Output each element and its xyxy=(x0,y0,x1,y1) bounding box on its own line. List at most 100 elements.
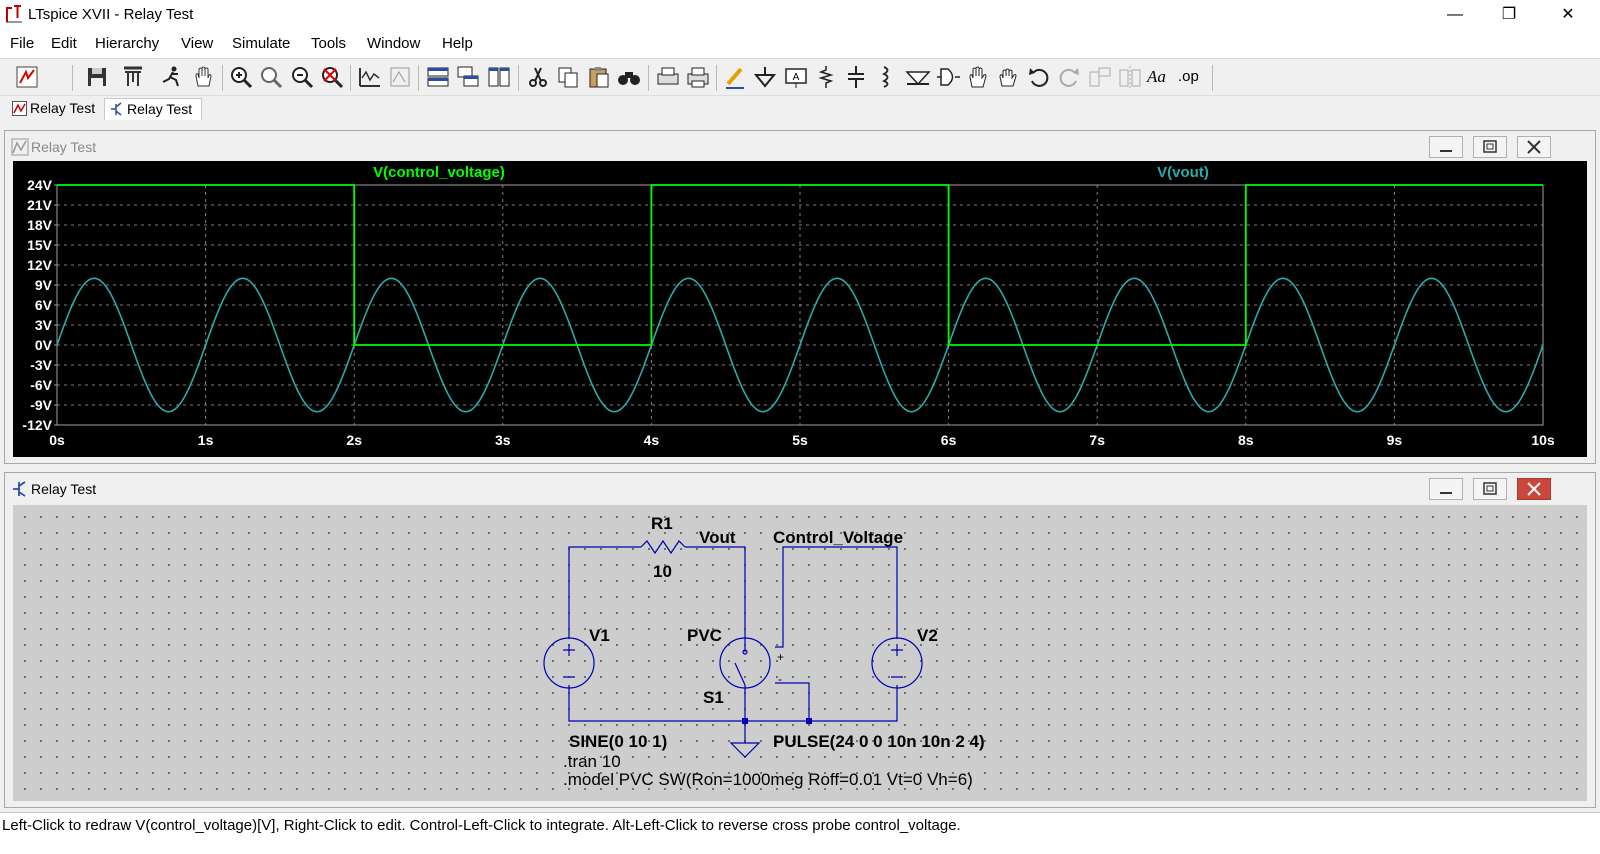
schematic-window-title: Relay Test xyxy=(31,481,97,497)
r1-name-label[interactable]: R1 xyxy=(651,514,673,533)
schematic-window: Relay Test R1 10 Vout Control_Voltage V1… xyxy=(4,472,1596,808)
mirror-icon[interactable] xyxy=(1117,64,1143,90)
waveform-minimize-button[interactable] xyxy=(1429,136,1463,158)
s1-model-label[interactable]: PVC xyxy=(687,626,722,645)
waveform-tab-icon xyxy=(12,101,27,116)
y-tick-label: 24V xyxy=(27,177,53,193)
redo-icon[interactable] xyxy=(1056,64,1082,90)
ground-icon[interactable] xyxy=(752,64,778,90)
ltspice-app: LTspice XVII - Relay Test — ❐ ✕ File Edi… xyxy=(0,0,1600,854)
v1-name-label[interactable]: V1 xyxy=(589,626,610,645)
v1-value-label[interactable]: SINE(0 10 1) xyxy=(569,732,667,751)
menu-file[interactable]: File xyxy=(10,35,34,52)
y-tick-label: 9V xyxy=(35,277,53,293)
tab-waveform-relay-test[interactable]: Relay Test xyxy=(8,98,104,120)
resistor-icon[interactable] xyxy=(813,64,839,90)
control-panel-icon[interactable] xyxy=(120,64,146,90)
label-icon[interactable]: A xyxy=(783,64,809,90)
tran-directive[interactable]: .tran 10 xyxy=(563,752,621,771)
legend-control-voltage[interactable]: V(control_voltage) xyxy=(373,164,505,181)
net-label-vout[interactable]: Vout xyxy=(699,528,736,547)
find-icon[interactable] xyxy=(616,64,642,90)
y-tick-label: -3V xyxy=(30,357,52,373)
y-tick-label: 0V xyxy=(35,337,53,353)
ground-symbol[interactable] xyxy=(729,742,761,758)
schematic-drawing[interactable]: R1 10 Vout Control_Voltage V1 V2 PVC S1 … xyxy=(13,505,1587,801)
tile-vertical-icon[interactable] xyxy=(486,64,512,90)
close-button[interactable]: ✕ xyxy=(1545,0,1591,30)
tab-label: Relay Test xyxy=(30,100,96,116)
paste-icon[interactable] xyxy=(586,64,612,90)
zoom-out-icon[interactable] xyxy=(289,64,315,90)
ltspice-logo-icon xyxy=(6,5,22,23)
waveform-plot[interactable]: 24V 21V 18V 15V 12V 9V 6V 3V 0V -3V -6V -9V -12V 0s 1s… xyxy=(13,161,1587,457)
waveform-window: Relay Test 24V 21V 18V 15V 12V 9V 6V 3V 0V -3V -6V… xyxy=(4,130,1596,464)
menu-help[interactable]: Help xyxy=(442,35,473,52)
cascade-icon[interactable] xyxy=(455,64,481,90)
schematic-canvas[interactable]: R1 10 Vout Control_Voltage V1 V2 PVC S1 … xyxy=(13,505,1587,801)
spice-directive-icon[interactable]: .op xyxy=(1178,64,1204,90)
text-icon[interactable]: Aa xyxy=(1147,64,1173,90)
waveform-close-button[interactable] xyxy=(1517,136,1551,158)
menu-simulate[interactable]: Simulate xyxy=(232,35,290,52)
s1-name-label[interactable]: S1 xyxy=(703,688,724,707)
net-label-control-voltage[interactable]: Control_Voltage xyxy=(773,528,903,547)
new-schematic-icon[interactable] xyxy=(14,64,40,90)
tile-horizontal-icon[interactable] xyxy=(425,64,451,90)
cut-icon[interactable] xyxy=(525,64,551,90)
diode-icon[interactable] xyxy=(905,64,931,90)
drag-icon[interactable] xyxy=(995,64,1021,90)
print-icon[interactable] xyxy=(685,64,711,90)
zoom-pan-icon[interactable] xyxy=(258,64,284,90)
menu-tools[interactable]: Tools xyxy=(311,35,346,52)
component-icon[interactable] xyxy=(935,64,961,90)
copy-icon[interactable] xyxy=(555,64,581,90)
maximize-button[interactable]: ❐ xyxy=(1486,0,1532,30)
wire-icon[interactable] xyxy=(722,64,748,90)
undo-icon[interactable] xyxy=(1026,64,1052,90)
schematic-close-button[interactable] xyxy=(1517,478,1551,500)
halt-icon[interactable] xyxy=(190,64,216,90)
v2-value-label[interactable]: PULSE(24 0 0 10n 10n 2 4) xyxy=(773,732,985,751)
menu-window[interactable]: Window xyxy=(367,35,420,52)
waveform-window-titlebar[interactable]: Relay Test xyxy=(5,131,1595,161)
title-bar: LTspice XVII - Relay Test — ❐ ✕ xyxy=(0,0,1600,30)
tab-label: Relay Test xyxy=(127,101,193,117)
zoom-fit-icon[interactable] xyxy=(319,64,345,90)
waveform-window-title: Relay Test xyxy=(31,139,97,155)
schematic-window-titlebar[interactable]: Relay Test xyxy=(5,473,1595,503)
wire[interactable] xyxy=(775,682,810,721)
move-icon[interactable] xyxy=(965,64,991,90)
capacitor-icon[interactable] xyxy=(843,64,869,90)
toolbar-separator xyxy=(1212,65,1213,91)
minimize-icon xyxy=(1440,150,1452,152)
save-icon[interactable] xyxy=(84,64,110,90)
r1-value-label[interactable]: 10 xyxy=(653,562,672,581)
x-tick-label: 8s xyxy=(1238,432,1254,448)
tab-schematic-relay-test[interactable]: Relay Test xyxy=(104,98,202,120)
waveform-chart[interactable]: 24V 21V 18V 15V 12V 9V 6V 3V 0V -3V -6V -9V -12V0s 1s… xyxy=(13,161,1587,457)
waveform-icon[interactable] xyxy=(387,64,413,90)
print-setup-icon[interactable] xyxy=(655,64,681,90)
schematic-minimize-button[interactable] xyxy=(1429,478,1463,500)
inductor-icon[interactable] xyxy=(873,64,899,90)
rotate-icon[interactable] xyxy=(1087,64,1113,90)
y-tick-label: -9V xyxy=(30,397,52,413)
menu-edit[interactable]: Edit xyxy=(51,35,77,52)
wire[interactable] xyxy=(568,685,898,722)
minimize-button[interactable]: — xyxy=(1432,0,1478,30)
wire[interactable] xyxy=(775,546,898,648)
menu-view[interactable]: View xyxy=(181,35,213,52)
model-directive[interactable]: .model PVC SW(Ron=1000meg Roff=0.01 Vt=0… xyxy=(563,770,973,789)
waveform-window-icon xyxy=(11,138,29,156)
run-icon[interactable] xyxy=(158,64,184,90)
schematic-maximize-button[interactable] xyxy=(1473,478,1507,500)
zoom-in-icon[interactable] xyxy=(228,64,254,90)
x-tick-label: 1s xyxy=(198,432,214,448)
autorange-icon[interactable] xyxy=(357,64,383,90)
legend-vout[interactable]: V(vout) xyxy=(1157,164,1209,181)
v2-name-label[interactable]: V2 xyxy=(917,626,938,645)
resistor-r1[interactable] xyxy=(640,539,686,555)
waveform-maximize-button[interactable] xyxy=(1473,136,1507,158)
menu-hierarchy[interactable]: Hierarchy xyxy=(95,35,159,52)
